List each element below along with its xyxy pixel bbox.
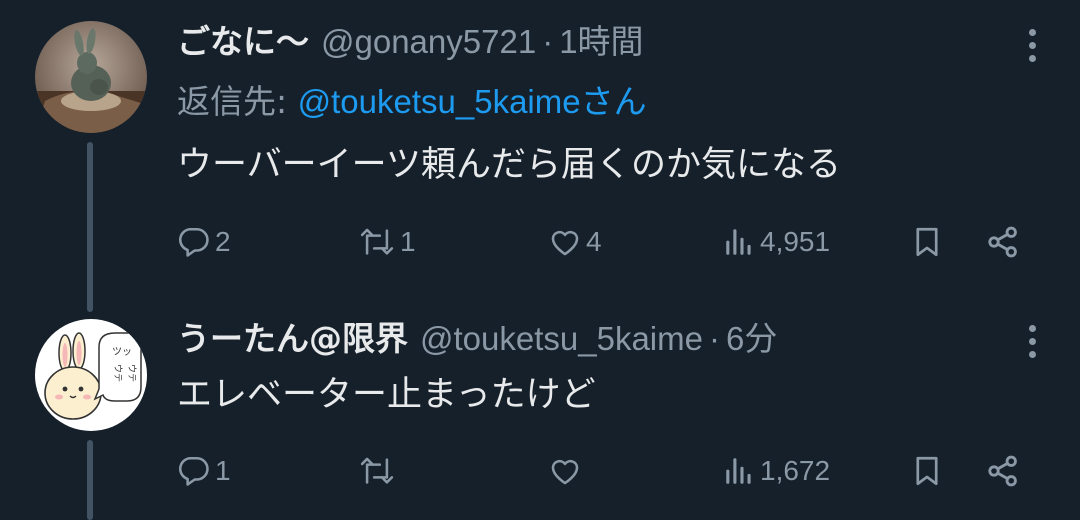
heart-icon — [551, 459, 579, 485]
action-bar: 2 1 4 4,951 — [0, 218, 1080, 266]
avatar[interactable] — [35, 21, 147, 133]
reply-to-suffix: さん — [580, 82, 647, 121]
display-name[interactable]: ごなに〜 — [177, 22, 309, 61]
reply-to-handle: @touketsu_5kaime — [297, 83, 581, 120]
action-bar: 1 1,672 — [0, 447, 1080, 495]
more-icon[interactable] — [1026, 25, 1038, 65]
share-button[interactable] — [985, 447, 1021, 495]
svg-text:ツッ: ツッ — [112, 347, 132, 358]
tweet[interactable]: ツッ ウテ ウテ うーたん@限界 @touketsu_5kaime · 6分 エレベー… — [0, 300, 1080, 520]
user-handle[interactable]: @touketsu_5kaime — [420, 320, 703, 357]
share-button[interactable] — [985, 218, 1021, 266]
views-button[interactable]: 1,672 — [722, 447, 830, 495]
like-button[interactable] — [548, 447, 586, 495]
svg-text:ウテ: ウテ — [112, 364, 123, 382]
bookmark-button[interactable] — [910, 447, 944, 495]
cartoon-rabbit-illustration: ツッ ウテ ウテ — [35, 319, 147, 431]
view-count: 1,672 — [760, 455, 831, 486]
reply-count: 2 — [215, 226, 231, 257]
reply-button[interactable]: 2 — [177, 218, 231, 266]
retweet-icon — [360, 457, 394, 484]
retweet-count: 1 — [400, 226, 416, 257]
share-icon — [988, 455, 1017, 487]
retweet-button[interactable]: 1 — [358, 218, 416, 266]
bookmark-icon — [916, 456, 938, 486]
display-name[interactable]: うーたん@限界 — [177, 319, 408, 358]
separator: · — [542, 23, 554, 60]
avatar[interactable]: ツッ ウテ ウテ — [35, 319, 147, 431]
tweet-text: エレベーター止まったけど — [177, 375, 596, 415]
retweet-button[interactable] — [358, 447, 400, 495]
bookmark-button[interactable] — [910, 218, 944, 266]
reply-to-mention[interactable]: @touketsu_5kaimeさん — [298, 82, 647, 121]
reply-to: 返信先: @touketsu_5kaimeさん — [177, 80, 647, 124]
view-count: 4,951 — [760, 226, 831, 257]
views-icon — [726, 458, 751, 484]
reply-to-label: 返信先: — [177, 82, 298, 121]
share-icon — [988, 226, 1017, 258]
heart-icon — [551, 230, 579, 256]
user-handle[interactable]: @gonany5721 — [321, 23, 536, 60]
timestamp[interactable]: 6分 — [726, 320, 777, 357]
rabbit-figurine-photo — [35, 21, 147, 133]
tweet-header: ごなに〜 @gonany5721 · 1時間 — [177, 20, 644, 64]
reply-button[interactable]: 1 — [177, 447, 231, 495]
views-button[interactable]: 4,951 — [722, 218, 830, 266]
separator: · — [708, 320, 720, 357]
reply-icon — [178, 456, 209, 486]
bookmark-icon — [916, 227, 938, 257]
timestamp[interactable]: 1時間 — [559, 23, 643, 60]
views-icon — [726, 229, 751, 255]
tweet-header: うーたん@限界 @touketsu_5kaime · 6分 — [177, 317, 777, 361]
more-icon[interactable] — [1026, 321, 1038, 361]
like-count: 4 — [586, 226, 602, 257]
reply-icon — [178, 227, 209, 257]
tweet-text: ウーバーイーツ頼んだら届くのか気になる — [177, 145, 841, 185]
reply-count: 1 — [215, 455, 231, 486]
tweet[interactable]: ごなに〜 @gonany5721 · 1時間 返信先: @touketsu_5kaim… — [0, 0, 1080, 312]
svg-text:ウテ: ウテ — [126, 364, 137, 382]
retweet-icon — [360, 228, 394, 255]
like-button[interactable]: 4 — [548, 218, 602, 266]
